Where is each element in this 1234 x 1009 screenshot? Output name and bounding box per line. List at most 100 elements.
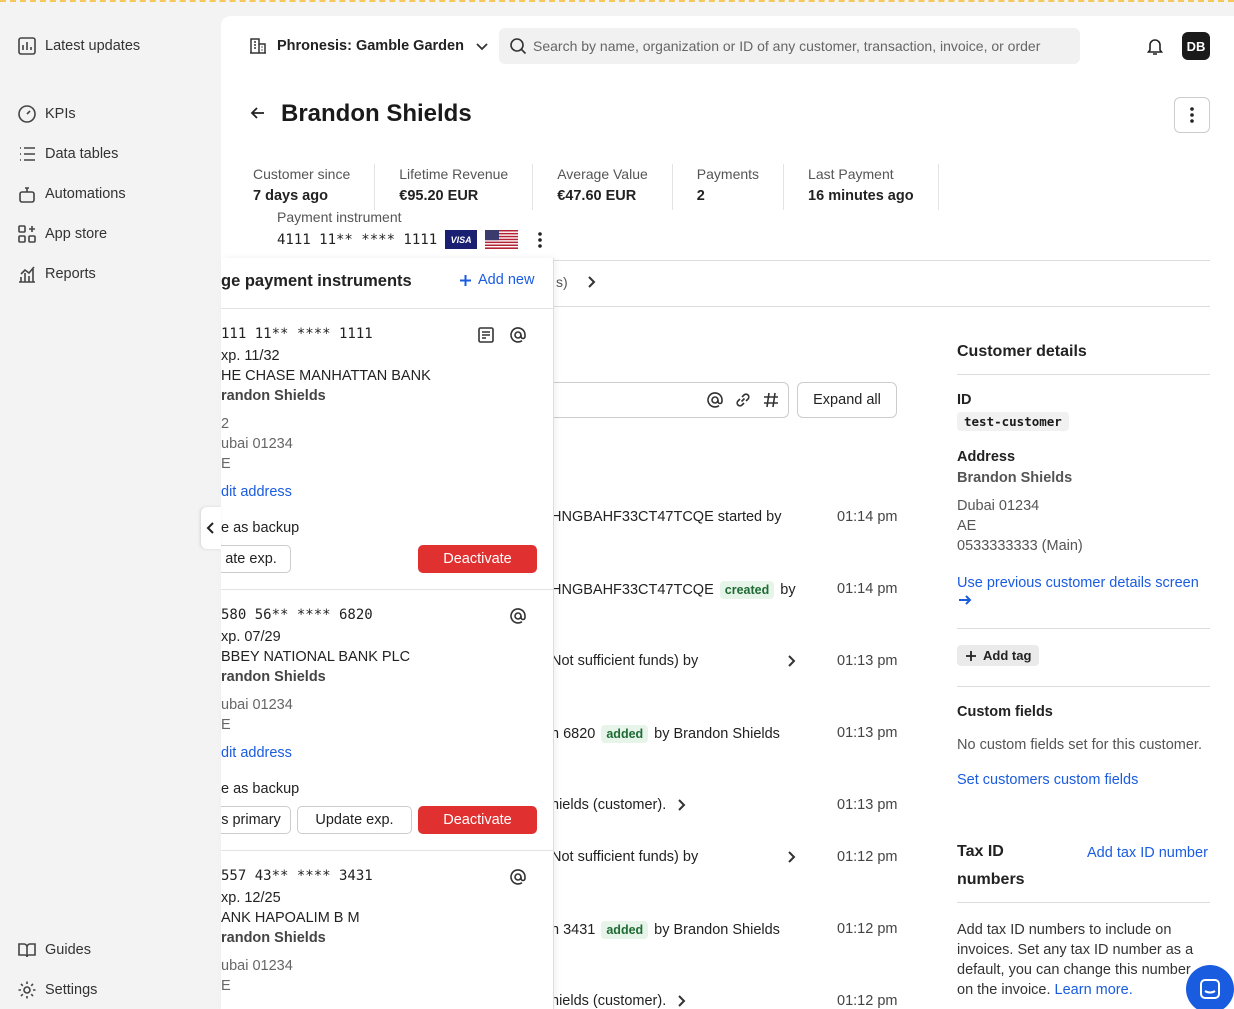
- us-flag-icon: [485, 230, 519, 249]
- global-search[interactable]: [499, 28, 1080, 64]
- payment-card: 580 56** **** 6820 xp. 07/29 BBEY NATION…: [221, 607, 553, 799]
- stat-customer-since: Customer since 7 days ago: [253, 164, 376, 210]
- kebab-icon[interactable]: [538, 231, 542, 248]
- timeline-event[interactable]: Not sufficient funds) by: [551, 849, 798, 865]
- mention-icon[interactable]: [509, 607, 527, 625]
- sidebar-item-app-store[interactable]: App store: [17, 222, 107, 246]
- chevron-right-icon[interactable]: [786, 654, 798, 668]
- card-address-line: 2: [221, 416, 230, 432]
- sidebar-item-reports[interactable]: Reports: [17, 262, 96, 286]
- event-text: Not sufficient funds) by: [551, 849, 699, 865]
- plus-icon: [460, 274, 471, 286]
- stat-value: €47.60 EUR: [557, 188, 637, 204]
- org-selector[interactable]: Phronesis: Gamble Garden: [249, 34, 490, 58]
- update-exp-button[interactable]: ate exp.: [221, 545, 291, 573]
- robot-icon: [19, 187, 35, 203]
- set-primary-button[interactable]: s primary: [221, 806, 291, 834]
- event-time: 01:14 pm: [837, 581, 898, 597]
- avatar[interactable]: DB: [1182, 32, 1210, 60]
- mention-icon[interactable]: [509, 326, 527, 344]
- notifications-bell-icon[interactable]: [1145, 36, 1165, 59]
- timeline-note-input[interactable]: [541, 382, 789, 418]
- sidebar-item-automations[interactable]: Automations: [17, 182, 126, 206]
- back-arrow-icon[interactable]: [249, 104, 267, 125]
- card-number: 4111 11** **** 1111: [277, 231, 438, 248]
- timeline-event[interactable]: hields (customer).: [551, 797, 688, 813]
- link-icon[interactable]: [734, 391, 752, 409]
- timeline-event: HNGBAHF33CT47TCQE started by: [551, 509, 781, 525]
- deactivate-button[interactable]: Deactivate: [418, 545, 537, 573]
- event-text: HNGBAHF33CT47TCQE started by: [551, 509, 782, 525]
- event-text-after: by Brandon Shields: [654, 726, 780, 742]
- collapse-panel-button[interactable]: [201, 507, 221, 549]
- add-new-label: Add new: [478, 272, 535, 288]
- edit-address-link[interactable]: dit address: [221, 482, 553, 502]
- chevron-right-icon[interactable]: [676, 994, 688, 1008]
- sidebar-item-guides[interactable]: Guides: [17, 938, 91, 962]
- divider: [551, 306, 1210, 307]
- sidebar-item-label: Data tables: [45, 146, 119, 162]
- chevron-right-icon[interactable]: [586, 275, 598, 289]
- list-icon: [20, 147, 35, 161]
- event-text: n 6820: [551, 726, 596, 742]
- card-holder: randon Shields: [221, 669, 326, 685]
- set-backup-link[interactable]: e as backup: [221, 779, 553, 799]
- sidebar-item-label: Settings: [45, 982, 98, 998]
- sidebar-item-data-tables[interactable]: Data tables: [17, 142, 118, 166]
- payment-card: 557 43** **** 3431 xp. 12/25 ANK HAPOALI…: [221, 868, 553, 996]
- learn-more-link[interactable]: Learn more.: [1055, 982, 1133, 998]
- divider: [221, 308, 553, 309]
- event-time: 01:13 pm: [837, 725, 898, 741]
- card-holder: randon Shields: [221, 930, 326, 946]
- timeline-event[interactable]: hields (customer).: [551, 993, 688, 1009]
- chevron-right-icon[interactable]: [786, 850, 798, 864]
- edit-address-link[interactable]: dit address: [221, 743, 553, 763]
- card-actions: [477, 326, 527, 344]
- set-backup-link[interactable]: e as backup: [221, 518, 553, 538]
- tax-id-heading: Tax ID numbers: [957, 843, 1025, 888]
- note-icon[interactable]: [477, 326, 495, 344]
- add-new-button[interactable]: Add new: [459, 272, 534, 288]
- sidebar-item-latest-updates[interactable]: Latest updates: [17, 34, 140, 58]
- search-input[interactable]: [533, 38, 1073, 54]
- kebab-icon: [1190, 107, 1194, 123]
- timeline-event: n 6820 added by Brandon Shields: [551, 725, 780, 743]
- set-custom-fields-link[interactable]: Set customers custom fields: [957, 772, 1210, 788]
- deactivate-button[interactable]: Deactivate: [418, 806, 537, 834]
- previous-details-screen-link[interactable]: Use previous customer details screen: [957, 573, 1210, 613]
- mention-icon[interactable]: [509, 868, 527, 886]
- chat-launcher-button[interactable]: [1186, 965, 1234, 1009]
- stat-lifetime-revenue: Lifetime Revenue €95.20 EUR: [399, 164, 534, 210]
- timeline-event[interactable]: Not sufficient funds) by: [551, 653, 798, 669]
- customer-details-heading: Customer details: [957, 343, 1087, 360]
- expand-all-button[interactable]: Expand all: [797, 382, 897, 418]
- mention-icon[interactable]: [706, 391, 724, 409]
- card-actions: [509, 607, 527, 625]
- event-text-after: by: [780, 582, 796, 598]
- hashtag-icon[interactable]: [762, 391, 780, 409]
- sidebar-item-settings[interactable]: Settings: [17, 978, 97, 1002]
- event-text: n 3431: [551, 922, 596, 938]
- event-text-after: by Brandon Shields: [654, 922, 780, 938]
- sidebar-item-kpis[interactable]: KPIs: [17, 102, 76, 126]
- tabs-overflow[interactable]: s): [556, 274, 598, 290]
- custom-fields-empty: No custom fields set for this customer.: [957, 737, 1202, 753]
- add-tag-label: Add tag: [983, 648, 1032, 663]
- add-tag-button[interactable]: Add tag: [957, 645, 1040, 666]
- more-actions-button[interactable]: [1174, 97, 1210, 133]
- card-address-country: E: [221, 717, 231, 733]
- event-time: 01:12 pm: [837, 849, 898, 865]
- update-exp-button[interactable]: Update exp.: [297, 806, 412, 834]
- chevron-right-icon[interactable]: [676, 798, 688, 812]
- payment-instrument[interactable]: 4111 11** **** 1111 VISA: [277, 230, 542, 249]
- stat-payments: Payments 2: [697, 164, 785, 210]
- visa-logo-icon: VISA: [445, 230, 478, 249]
- address-country: AE: [957, 518, 977, 534]
- arrow-right-icon: [959, 595, 972, 605]
- card-bank: HE CHASE MANHATTAN BANK: [221, 368, 431, 384]
- add-tax-id-link[interactable]: Add tax ID number: [1087, 845, 1208, 861]
- card-address-country: E: [221, 456, 231, 472]
- sidebar-item-label: Automations: [45, 186, 126, 202]
- card-number: 580 56** **** 6820: [221, 607, 373, 623]
- sidebar-item-label: App store: [45, 226, 108, 242]
